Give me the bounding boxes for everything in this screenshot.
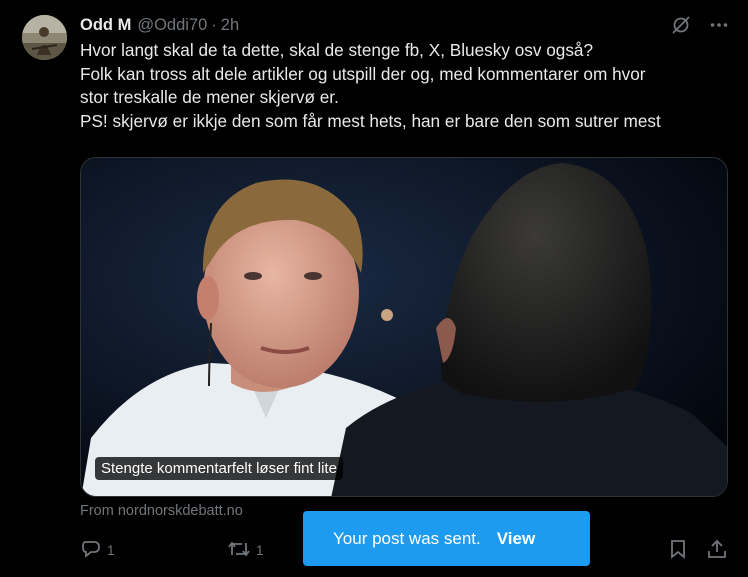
author-name[interactable]: Odd M — [80, 16, 131, 35]
reply-icon — [80, 538, 102, 563]
post-text-line: Hvor langt skal de ta dette, skal de ste… — [80, 40, 594, 60]
share-icon — [706, 538, 728, 563]
bookmark-icon — [668, 538, 688, 563]
post-text-line: Folk kan tross alt dele artikler og utsp… — [80, 63, 646, 84]
more-icon[interactable] — [708, 14, 730, 36]
link-card[interactable]: Stengte kommentarfelt løser fint lite — [80, 157, 728, 497]
bookmark-button[interactable] — [668, 538, 688, 563]
post-sent-toast: Your post was sent. View — [303, 511, 590, 566]
post-text-line: stor treskalle de mener skjervø er. — [80, 87, 339, 108]
share-button[interactable] — [706, 538, 728, 563]
post-header: Odd M @Oddi70 · 2h — [80, 14, 239, 36]
link-card-caption: Stengte kommentarfelt løser fint lite — [95, 457, 343, 480]
post-top-actions — [670, 14, 730, 36]
post[interactable]: Odd M @Oddi70 · 2h Hvor langt skal de ta… — [0, 0, 748, 577]
repost-count: 1 — [256, 543, 264, 558]
reply-count: 1 — [107, 543, 115, 558]
avatar[interactable] — [22, 15, 67, 60]
reply-button[interactable]: 1 — [80, 538, 115, 563]
post-text-line: PS! skjervø er ikkje den som får mest he… — [80, 110, 661, 131]
toast-message: Your post was sent. — [333, 528, 481, 548]
link-source[interactable]: From nordnorskdebatt.no — [80, 503, 243, 519]
repost-button[interactable]: 1 — [227, 538, 264, 563]
toast-view-button[interactable]: View — [497, 529, 535, 549]
separator-dot: · — [211, 15, 217, 34]
author-handle[interactable]: @Oddi70 — [137, 16, 207, 35]
post-timestamp[interactable]: 2h — [221, 16, 239, 35]
repost-icon — [227, 538, 251, 563]
post-text: Hvor langt skal de ta dette, skal de ste… — [80, 39, 742, 133]
grok-icon[interactable] — [670, 14, 692, 36]
link-card-image — [81, 158, 727, 496]
